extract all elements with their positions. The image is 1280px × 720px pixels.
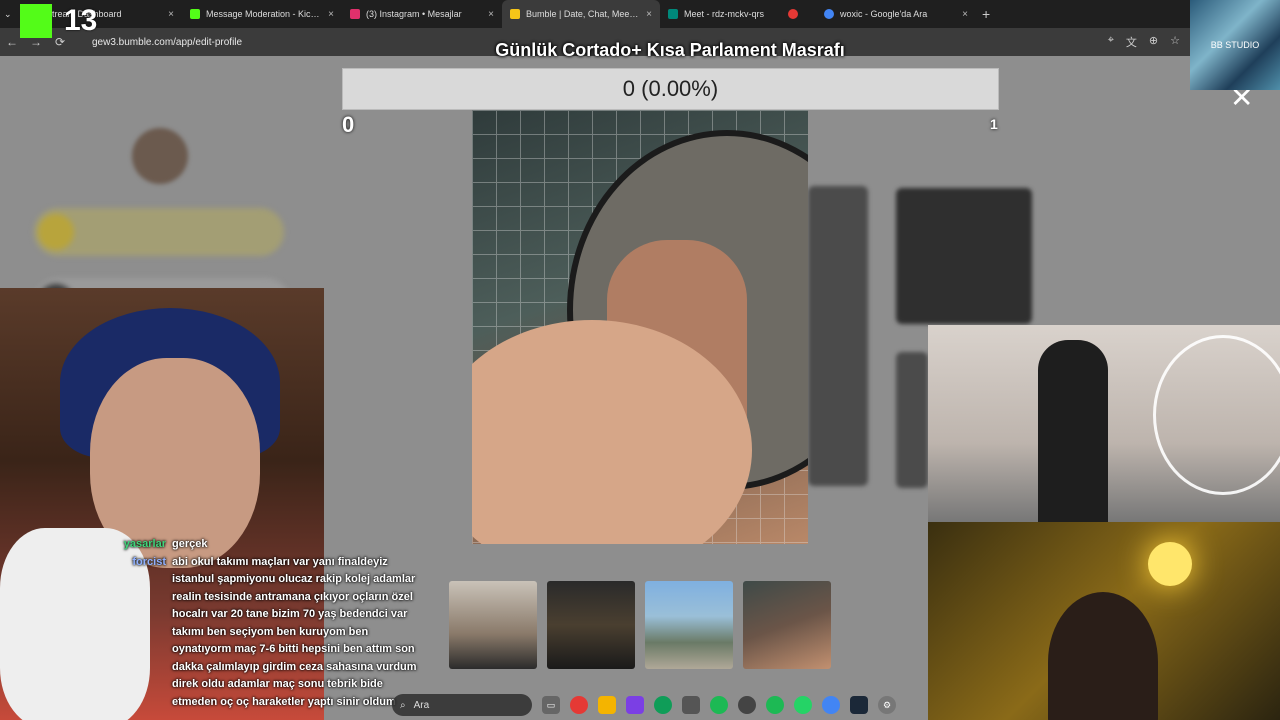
logo-number: 13 [64, 4, 98, 37]
tab-close-icon[interactable]: × [962, 9, 968, 20]
chat-username: yasarlar [123, 538, 166, 550]
webcam-right-bottom [928, 522, 1280, 720]
address-bar[interactable]: gew3.bumble.com/app/edit-profile [92, 37, 242, 48]
location-icon[interactable]: ⌖ [1108, 34, 1114, 50]
file-explorer-icon[interactable] [598, 696, 616, 714]
zoom-icon[interactable]: ⊕ [1149, 34, 1158, 50]
record-favicon-icon [788, 9, 798, 19]
search-placeholder: Ara [413, 699, 430, 711]
blurred-photo-card [896, 352, 928, 488]
chat-text: abi okul takımı maçları var yanı finalde… [172, 555, 417, 708]
instagram-favicon-icon [350, 9, 360, 19]
steam-icon[interactable] [850, 696, 868, 714]
webcam-person [1038, 340, 1108, 522]
tab-message-moderation[interactable]: Message Moderation - Kick Da × [182, 0, 342, 28]
windows-taskbar: ⌕ Ara ▭ ⚙ [372, 692, 928, 718]
goal-max-label: 1 [990, 116, 998, 132]
translate-icon[interactable]: 文 [1126, 34, 1137, 50]
kick-k-icon [20, 4, 52, 38]
brand-watermark: BB STUDIO [1190, 0, 1280, 90]
blurred-photo-card [896, 188, 1032, 324]
kick-favicon-icon [190, 9, 200, 19]
edge-icon[interactable] [654, 696, 672, 714]
screen: ⌄ Stream Dashboard × Message Moderation … [0, 0, 1280, 720]
tab-title: (3) Instagram • Mesajlar [366, 9, 462, 19]
copilot-icon[interactable] [626, 696, 644, 714]
goal-progress-bar: 0 (0.00%) [342, 68, 999, 110]
photo-thumbnail[interactable] [645, 581, 733, 669]
chrome-profile-icon[interactable] [822, 696, 840, 714]
spotify-icon[interactable] [766, 696, 784, 714]
tab-close-icon[interactable]: × [646, 9, 652, 20]
photo-thumbnail[interactable] [743, 581, 831, 669]
tab-google-search[interactable]: woxic - Google'da Ara × [816, 0, 976, 28]
chat-overlay: yasarlar gerçek forcist abi okul takımı … [120, 536, 430, 711]
tab-bumble[interactable]: Bumble | Date, Chat, Meet New × [502, 0, 660, 28]
chat-text: gerçek [172, 538, 208, 550]
brand-label: BB STUDIO [1210, 40, 1260, 50]
tab-close-icon[interactable]: × [488, 9, 494, 20]
whatsapp-icon[interactable] [794, 696, 812, 714]
photo-thumbnail[interactable] [449, 581, 537, 669]
lamp-light [1148, 542, 1192, 586]
bumble-favicon-icon [510, 9, 520, 19]
chat-message: forcist abi okul takımı maçları var yanı… [120, 554, 430, 712]
chrome-icon[interactable] [570, 696, 588, 714]
settings-gear-icon[interactable]: ⚙ [878, 696, 896, 714]
tab-title: Bumble | Date, Chat, Meet New [526, 9, 641, 19]
store-icon[interactable] [682, 696, 700, 714]
overlay-goal-title: Günlük Cortado+ Kısa Parlament Masrafı [495, 40, 845, 60]
browser-tab-strip: ⌄ Stream Dashboard × Message Moderation … [0, 0, 1280, 28]
bookmark-star-icon[interactable]: ☆ [1170, 34, 1180, 50]
goal-min-label: 0 [342, 112, 355, 137]
tab-google-meet[interactable]: Meet - rdz-mckv-qrs [660, 0, 780, 28]
tab-instagram[interactable]: (3) Instagram • Mesajlar × [342, 0, 502, 28]
kick-logo: 13 [0, 0, 110, 40]
menu-item-icon [38, 214, 74, 250]
spotify-icon[interactable] [710, 696, 728, 714]
tab-close-icon[interactable]: × [168, 9, 174, 20]
new-tab-button[interactable]: + [982, 6, 990, 22]
tab-recording[interactable] [780, 0, 816, 28]
blurred-photo-card [808, 186, 868, 486]
taskbar-search[interactable]: ⌕ Ara [392, 694, 532, 716]
tab-title: Meet - rdz-mckv-qrs [684, 9, 765, 19]
search-icon: ⌕ [400, 699, 406, 711]
profile-avatar[interactable] [132, 128, 188, 184]
google-favicon-icon [824, 9, 834, 19]
webcam-person [1048, 592, 1158, 720]
tab-title: Message Moderation - Kick Da [206, 9, 323, 19]
main-profile-photo [472, 110, 808, 544]
chandelier [1153, 335, 1280, 495]
toolbar-actions: ⌖ 文 ⊕ ☆ [1108, 34, 1180, 50]
tab-close-icon[interactable]: × [328, 9, 334, 20]
photo-thumbnail[interactable] [547, 581, 635, 669]
task-view-icon[interactable]: ▭ [542, 696, 560, 714]
webcam-right-top [928, 325, 1280, 522]
blurred-menu-item[interactable] [34, 208, 284, 256]
goal-progress-text: 0 (0.00%) [622, 76, 719, 101]
tab-title: woxic - Google'da Ara [840, 9, 928, 19]
chat-username: forcist [132, 555, 166, 568]
meet-favicon-icon [668, 9, 678, 19]
app-icon[interactable] [738, 696, 756, 714]
chat-message: yasarlar gerçek [120, 536, 430, 554]
